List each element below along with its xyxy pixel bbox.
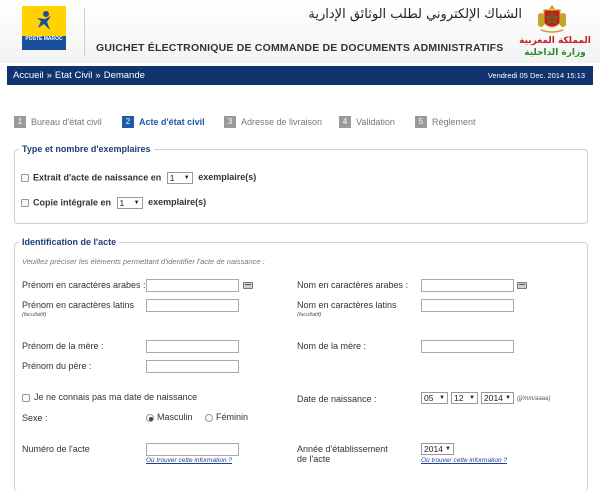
french-title: GUICHET ÉLECTRONIQUE DE COMMANDE DE DOCU… (96, 42, 504, 54)
moroccan-crest-icon (538, 5, 566, 33)
header-divider (84, 8, 85, 56)
date-naissance-label: Date de naissance : (297, 394, 377, 404)
breadcrumb-accueil[interactable]: Accueil (13, 70, 44, 81)
copie-count-select[interactable]: 1 ▼ (116, 197, 143, 209)
unknown-date-row: Je ne connais pas ma date de naissance (22, 392, 197, 402)
prenom-arabe-input[interactable] (146, 279, 239, 292)
step-number: 2 (122, 116, 134, 128)
step-number: 1 (14, 116, 26, 128)
birth-day-select[interactable]: 05 ▼ (421, 392, 448, 404)
step-number: 5 (415, 116, 427, 128)
site-header: POSTE MAROC الشباك الإلكتروني لطلب الوثا… (0, 0, 600, 63)
nom-latin-optional: (facultatif) (297, 312, 322, 318)
breadcrumb-separator: » (46, 70, 52, 81)
extrait-suffix: exemplaire(s) (198, 172, 257, 183)
prenom-mere-label: Prénom de la mère : (22, 341, 104, 351)
step-label: Bureau d'état civil (31, 117, 102, 127)
step-label: Validation (356, 117, 395, 127)
nom-latin-input[interactable] (421, 299, 514, 312)
prenom-arabe-label: Prénom en caractères arabes : (22, 280, 146, 290)
prenom-latin-optional: (facultatif) (22, 312, 47, 318)
logo-text: POSTE MAROC (22, 36, 66, 50)
birth-year-select[interactable]: 2014 ▼ (481, 392, 514, 404)
sexe-masculin[interactable]: Masculin (146, 412, 193, 422)
numero-acte-help-link[interactable]: Où trouver cette information ? (146, 457, 232, 464)
breadcrumb-etat-civil[interactable]: Etat Civil (55, 70, 92, 81)
copie-checkbox[interactable] (21, 199, 29, 207)
runner-icon (37, 11, 51, 30)
extrait-count-select[interactable]: 1 ▼ (166, 172, 193, 184)
masculin-label: Masculin (157, 412, 193, 422)
feminin-radio[interactable] (205, 413, 213, 422)
breadcrumb-demande: Demande (103, 70, 145, 81)
nom-arabe-input[interactable] (421, 279, 514, 292)
current-datetime: Vendredi 05 Dec. 2014 15:13 (487, 71, 585, 80)
prenom-mere-input[interactable] (146, 340, 239, 353)
numero-acte-label: Numéro de l'acte (22, 444, 90, 454)
copie-label: Copie intégrale en (33, 197, 112, 208)
nom-arabe-label: Nom en caractères arabes : (297, 280, 409, 290)
masculin-radio[interactable] (146, 413, 154, 422)
extrait-label: Extrait d'acte de naissance en (33, 172, 162, 183)
step-number: 3 (224, 116, 236, 128)
arabic-title: الشباك الإلكتروني لطلب الوثائق الإدارية (308, 7, 522, 22)
sexe-feminin[interactable]: Féminin (205, 412, 248, 422)
copie-suffix: exemplaire(s) (148, 197, 207, 208)
date-format-hint: (jj/mm/aaaa) (517, 396, 551, 402)
keyboard-icon[interactable] (517, 282, 527, 289)
copie-row: Copie intégrale en 1 ▼ exemplaire(s) (21, 197, 206, 209)
step-label: Réglement (432, 117, 476, 127)
feminin-label: Féminin (216, 412, 249, 422)
prenom-latin-input[interactable] (146, 299, 239, 312)
step-validation[interactable]: 4 Validation (339, 116, 395, 130)
poste-maroc-logo[interactable]: POSTE MAROC (22, 6, 66, 50)
prenom-pere-input[interactable] (146, 360, 239, 373)
nom-mere-input[interactable] (421, 340, 514, 353)
identification-legend: Identification de l'acte (19, 237, 120, 247)
step-number: 4 (339, 116, 351, 128)
breadcrumb-separator: » (95, 70, 101, 81)
wizard-steps: 1 Bureau d'état civil 2 Acte d'état civil … (14, 116, 594, 130)
step-reglement[interactable]: 5 Réglement (415, 116, 476, 130)
kingdom-label: المملكة المغربية (519, 36, 591, 46)
step-adresse-livraison[interactable]: 3 Adresse de livraison (224, 116, 322, 130)
step-bureau-etat-civil[interactable]: 1 Bureau d'état civil (14, 116, 102, 130)
unknown-date-label: Je ne connais pas ma date de naissance (34, 392, 198, 402)
prenom-latin-label: Prénom en caractères latins (22, 300, 135, 310)
sexe-label: Sexe : (22, 413, 48, 423)
ministry-label: وزارة الداخلية (524, 48, 586, 58)
identification-note: Veuillez préciser les éléments permettan… (22, 257, 265, 266)
type-section: Type et nombre d'exemplaires Extrait d'a… (14, 144, 588, 224)
nom-mere-label: Nom de la mère : (297, 341, 367, 351)
extrait-row: Extrait d'acte de naissance en 1 ▼ exempl… (21, 172, 256, 184)
breadcrumb: Accueil» Etat Civil» Demande (13, 70, 145, 81)
step-label: Adresse de livraison (241, 117, 323, 127)
numero-acte-input[interactable] (146, 443, 239, 456)
type-section-legend: Type et nombre d'exemplaires (19, 144, 154, 154)
nom-latin-label: Nom en caractères latins (297, 300, 397, 310)
step-acte-etat-civil[interactable]: 2 Acte d'état civil (122, 116, 205, 130)
unknown-date-checkbox[interactable] (22, 393, 30, 402)
annee-help-link[interactable]: Où trouver cette information ? (421, 457, 507, 464)
extrait-checkbox[interactable] (21, 174, 29, 182)
birth-month-select[interactable]: 12 ▼ (451, 392, 478, 404)
navigation-bar: Accueil» Etat Civil» Demande Vendredi 05 D… (7, 66, 593, 85)
annee-label-2: de l'acte (297, 454, 331, 464)
keyboard-icon[interactable] (243, 282, 253, 289)
annee-select[interactable]: 2014 ▼ (421, 443, 454, 455)
prenom-pere-label: Prénom du père : (22, 361, 92, 371)
step-label: Acte d'état civil (139, 117, 205, 127)
annee-label-1: Année d'établissement (297, 444, 388, 454)
